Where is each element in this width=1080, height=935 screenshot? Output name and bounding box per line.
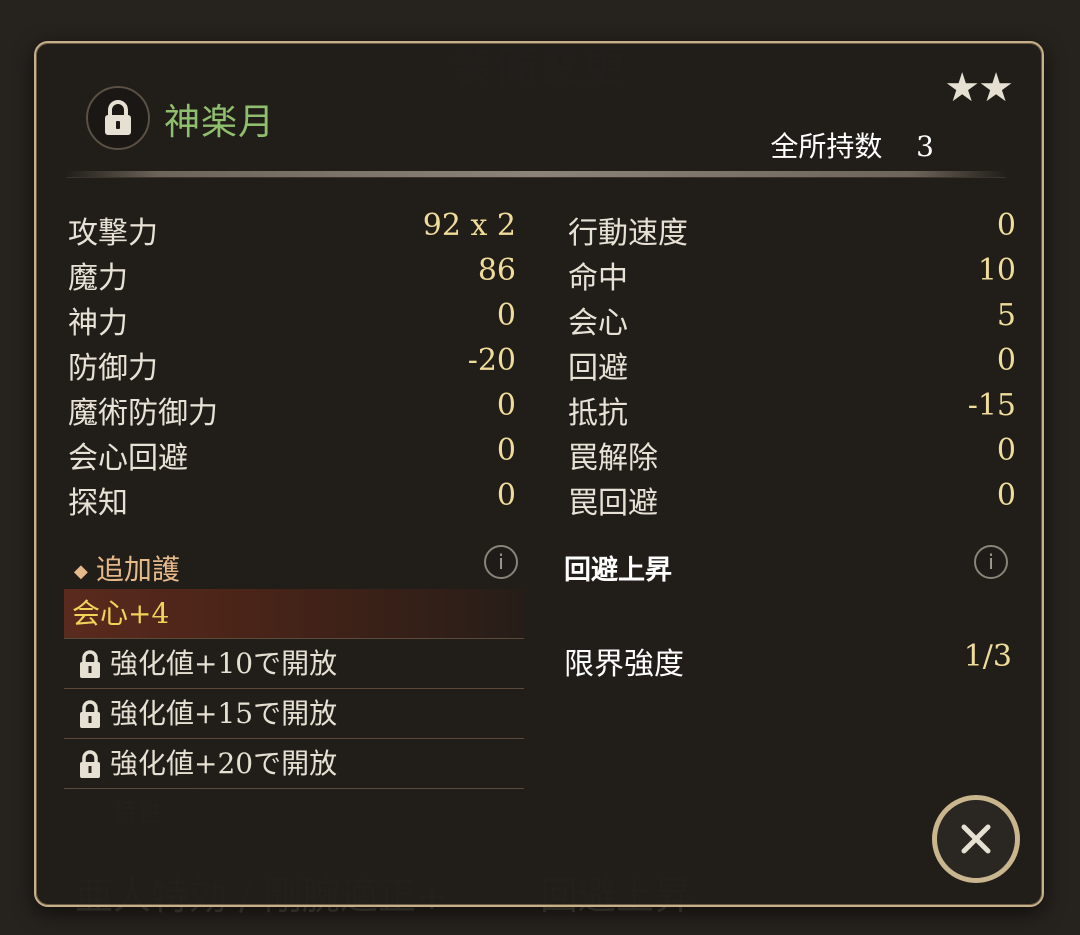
locked-bonus-row: 強化値+10で開放 [64,639,524,689]
stats-right-column: 行動速度 0 命中 10 会心 5 回避 0 抵抗 -15 罠解除 0 罠回避 0 [568,208,1016,523]
stat-label: 探知 [68,486,128,521]
item-name: 神楽月 [164,102,276,143]
stat-label: 行動速度 [568,216,688,251]
owned-count-row: 全所持数 3 [770,125,934,165]
limit-strength-label: 限界強度 [564,647,684,682]
additional-protection-list: 会心+4 強化値+10で開放 強化値+15で開放 強化値+20で開放 [64,589,524,789]
trait-heading: 回避上昇 [564,555,672,586]
stat-row: 罠解除 0 [568,433,1016,478]
stat-value: 5 [996,298,1016,333]
stat-label: 罠回避 [568,486,658,521]
lock-toggle-button[interactable] [86,86,150,150]
limit-strength-value: 1/3 [963,639,1012,674]
stat-row: 命中 10 [568,253,1016,298]
padlock-icon [80,700,100,728]
stat-label: 防御力 [68,351,158,386]
padlock-icon [80,750,100,778]
stat-label: 回避 [568,351,628,386]
locked-bonus-label: 強化値+10で開放 [110,647,338,680]
rarity-stars: ★★ [944,65,1014,111]
close-button[interactable] [932,795,1020,883]
limit-strength-row: 限界強度 1/3 [564,639,1012,683]
padlock-icon [80,650,100,678]
additional-protection-heading: ◆ 追加護 [74,548,180,588]
stat-label: 会心回避 [68,441,188,476]
stat-value: 0 [996,208,1016,243]
owned-count: 3 [916,130,934,163]
stat-label: 攻撃力 [68,216,158,251]
stat-value: 86 [477,253,516,288]
locked-bonus-label: 強化値+15で開放 [110,697,338,730]
stat-value: 92 x 2 [422,208,516,243]
padlock-icon [105,100,131,135]
locked-bonus-row: 強化値+20で開放 [64,739,524,789]
stat-value: 0 [496,388,516,423]
stat-value: -15 [967,388,1016,423]
info-icon[interactable]: i [974,545,1008,579]
stats-left-column: 攻撃力 92 x 2 魔力 86 神力 0 防御力 -20 魔術防御力 0 会心回避 0 探… [68,208,516,523]
header-divider [66,171,1006,178]
stat-row: 魔力 86 [68,253,516,298]
stat-value: 0 [496,478,516,513]
stat-label: 魔力 [68,261,128,296]
diamond-icon: ◆ [74,561,88,582]
stat-label: 神力 [68,306,128,341]
stat-label: 命中 [568,261,628,296]
stat-label: 魔術防御力 [68,396,218,431]
stat-row: 罠回避 0 [568,478,1016,523]
additional-heading-label: 追加護 [95,553,180,586]
stat-value: 10 [977,253,1016,288]
stat-value: 0 [496,433,516,468]
stat-value: 0 [996,433,1016,468]
locked-bonus-label: 強化値+20で開放 [110,747,338,780]
owned-label: 全所持数 [770,130,883,163]
stat-row: 会心回避 0 [68,433,516,478]
stat-row: 攻撃力 92 x 2 [68,208,516,253]
stat-value: 0 [496,298,516,333]
stat-row: 会心 5 [568,298,1016,343]
stat-label: 会心 [568,306,628,341]
stat-value: -20 [467,343,516,378]
stat-label: 抵抗 [568,396,628,431]
stat-row: 神力 0 [68,298,516,343]
stat-row: 抵抗 -15 [568,388,1016,433]
stat-row: 防御力 -20 [68,343,516,388]
stat-label: 罠解除 [568,441,658,476]
close-icon [961,824,991,854]
stat-row: 探知 0 [68,478,516,523]
stat-value: 0 [996,478,1016,513]
equipment-detail-modal: 神楽月 ★★ 全所持数 3 攻撃力 92 x 2 魔力 86 神力 0 防御力 -20 … [34,41,1044,907]
stat-row: 回避 0 [568,343,1016,388]
locked-bonus-row: 強化値+15で開放 [64,689,524,739]
active-bonus-row: 会心+4 [64,589,524,639]
info-icon[interactable]: i [484,545,518,579]
stat-value: 0 [996,343,1016,378]
stat-row: 魔術防御力 0 [68,388,516,433]
stat-row: 行動速度 0 [568,208,1016,253]
